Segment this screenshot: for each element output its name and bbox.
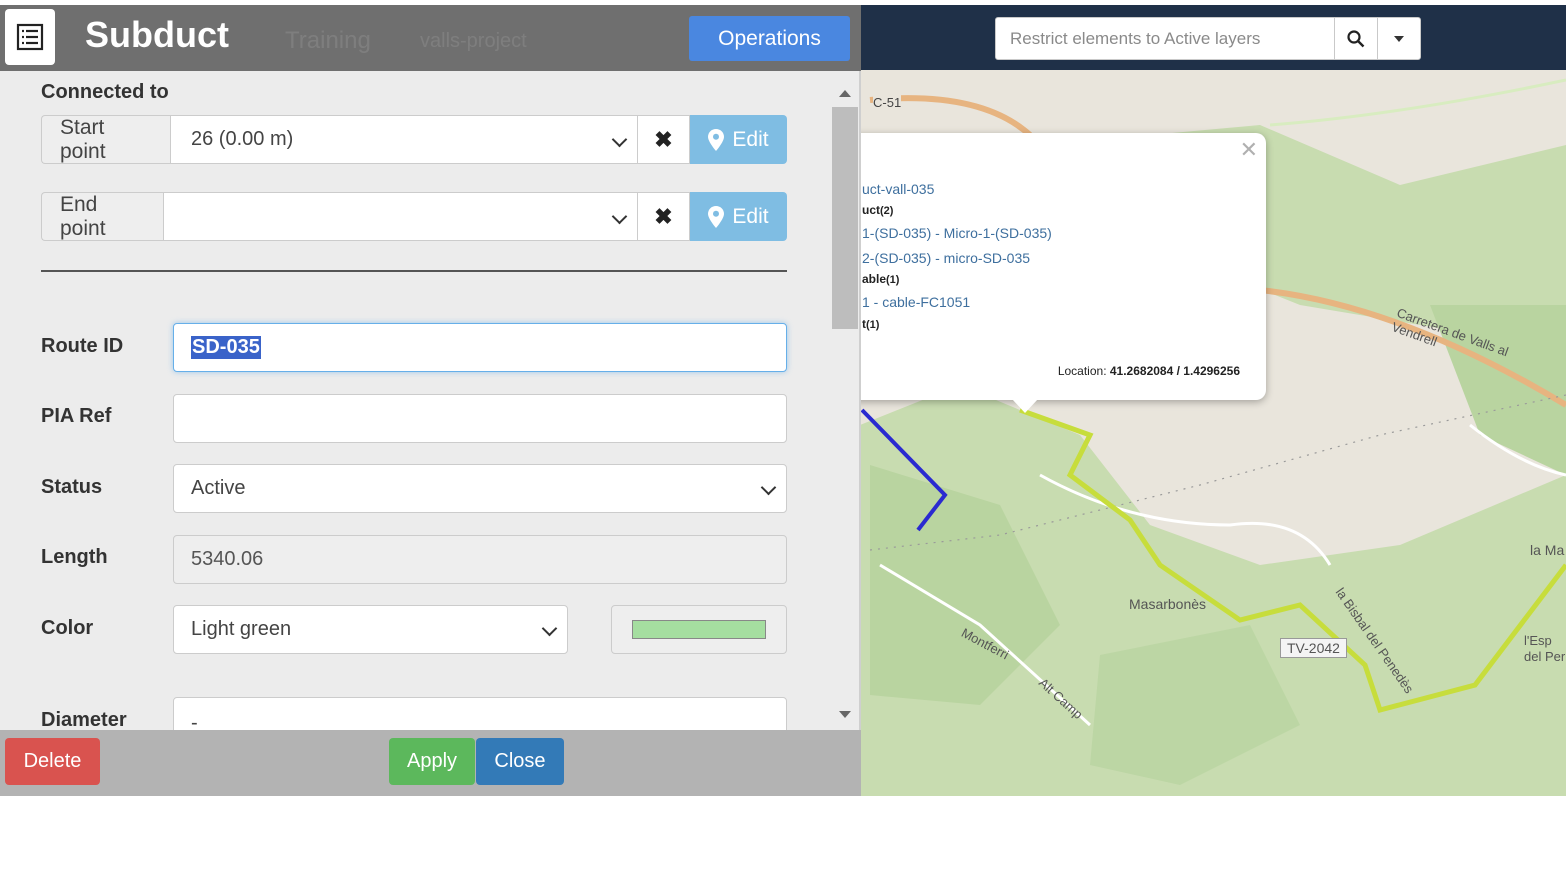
times-icon: ✖	[654, 203, 673, 229]
edit-label: Edit	[732, 127, 769, 151]
place-label-la-ma: la Ma	[1530, 542, 1565, 558]
popup-duct-link[interactable]: uct-vall-035	[862, 181, 934, 197]
road-label-c51: C-51	[873, 95, 902, 110]
diameter-value: -	[191, 712, 198, 730]
chevron-down-icon	[541, 620, 558, 637]
length-label: Length	[41, 546, 108, 568]
popup-fibre-header: able(1)	[862, 272, 900, 286]
color-swatch	[632, 620, 766, 639]
place-label-masarbones: Masarbonès	[1129, 596, 1207, 612]
popup-microduct-link[interactable]: 1-(SD-035) - Micro-1-(SD-035)	[862, 225, 1052, 241]
search-icon	[1347, 29, 1365, 47]
status-select[interactable]: Active	[173, 464, 787, 513]
start-point-value: 26 (0.00 m)	[191, 128, 294, 150]
map-info-popup: ✕ uct-vall-035 uct(2) 1-(SD-035) - Micro…	[800, 133, 1266, 400]
color-preview[interactable]	[611, 605, 787, 654]
road-label-tv2042: TV-2042	[1280, 638, 1347, 658]
edit-end-point-button[interactable]: Edit	[690, 192, 787, 241]
clear-end-point-button[interactable]: ✖	[638, 192, 690, 241]
subduct-panel: Subduct Training valls-project Operation…	[0, 5, 861, 796]
ghost-tab: Training	[285, 27, 371, 54]
color-value: Light green	[191, 618, 292, 640]
popup-microduct-header: uct(2)	[862, 203, 894, 217]
route-id-label: Route ID	[41, 335, 124, 357]
map-marker-icon	[708, 128, 725, 151]
start-point-label: Start point	[41, 115, 170, 164]
delete-button[interactable]: Delete	[5, 738, 100, 785]
color-select[interactable]: Light green	[173, 605, 568, 654]
caret-down-icon	[1394, 35, 1404, 42]
close-icon[interactable]: ✕	[1240, 139, 1258, 161]
popup-pointer	[1012, 399, 1038, 413]
diameter-label: Diameter	[41, 709, 127, 730]
pia-ref-input[interactable]	[173, 394, 787, 443]
edit-start-point-button[interactable]: Edit	[690, 115, 787, 164]
status-label: Status	[41, 476, 103, 498]
layer-search-group	[995, 17, 1421, 60]
times-icon: ✖	[654, 126, 673, 152]
pia-ref-label: PIA Ref	[41, 405, 112, 427]
start-point-group: Start point 26 (0.00 m) ✖ Edit	[41, 115, 787, 164]
scroll-up-icon[interactable]	[839, 90, 851, 97]
end-point-select[interactable]	[163, 192, 638, 241]
length-value: 5340.06	[191, 548, 264, 570]
chevron-down-icon	[611, 131, 628, 148]
list-icon	[16, 23, 44, 51]
popup-fibre-link[interactable]: 1 - cable-FC1051	[862, 294, 970, 310]
scroll-down-icon[interactable]	[839, 711, 851, 718]
scrollbar-thumb[interactable]	[832, 107, 858, 329]
connected-to-label: Connected to	[41, 81, 169, 103]
popup-microduct-link[interactable]: 2-(SD-035) - micro-SD-035	[862, 250, 1030, 266]
panel-body: Connected to Start point 26 (0.00 m) ✖ E…	[0, 71, 861, 730]
panel-footer: Delete Apply Close	[0, 730, 861, 796]
start-point-select[interactable]: 26 (0.00 m)	[170, 115, 638, 164]
chevron-down-icon	[611, 208, 628, 225]
clear-start-point-button[interactable]: ✖	[638, 115, 690, 164]
color-label: Color	[41, 617, 94, 639]
popup-location: Location: 41.2682084 / 1.4296256	[1057, 364, 1240, 378]
place-label-esp: l'Esp del Per	[1524, 633, 1566, 664]
close-button[interactable]: Close	[476, 738, 564, 785]
route-id-input[interactable]: SD-035	[173, 323, 787, 372]
menu-button[interactable]	[5, 9, 55, 65]
end-point-group: End point ✖ Edit	[41, 192, 787, 241]
chevron-down-icon	[760, 479, 777, 496]
panel-title: Subduct	[85, 14, 229, 55]
divider	[41, 270, 787, 272]
status-value: Active	[191, 477, 246, 499]
panel-header: Subduct Training valls-project Operation…	[0, 5, 861, 71]
map-marker-icon	[708, 205, 725, 228]
end-point-label: End point	[41, 192, 163, 241]
route-id-value: SD-035	[191, 336, 261, 359]
apply-button[interactable]: Apply	[389, 738, 475, 785]
search-input[interactable]	[996, 18, 1334, 59]
search-button[interactable]	[1334, 18, 1377, 59]
operations-button[interactable]: Operations	[689, 16, 850, 61]
ghost-tab: valls-project	[420, 30, 527, 52]
popup-subduct-header: t(1)	[862, 317, 880, 331]
search-dropdown-button[interactable]	[1377, 18, 1420, 59]
edit-label: Edit	[732, 204, 769, 228]
length-input: 5340.06	[173, 535, 787, 584]
diameter-input[interactable]: -	[173, 697, 787, 730]
